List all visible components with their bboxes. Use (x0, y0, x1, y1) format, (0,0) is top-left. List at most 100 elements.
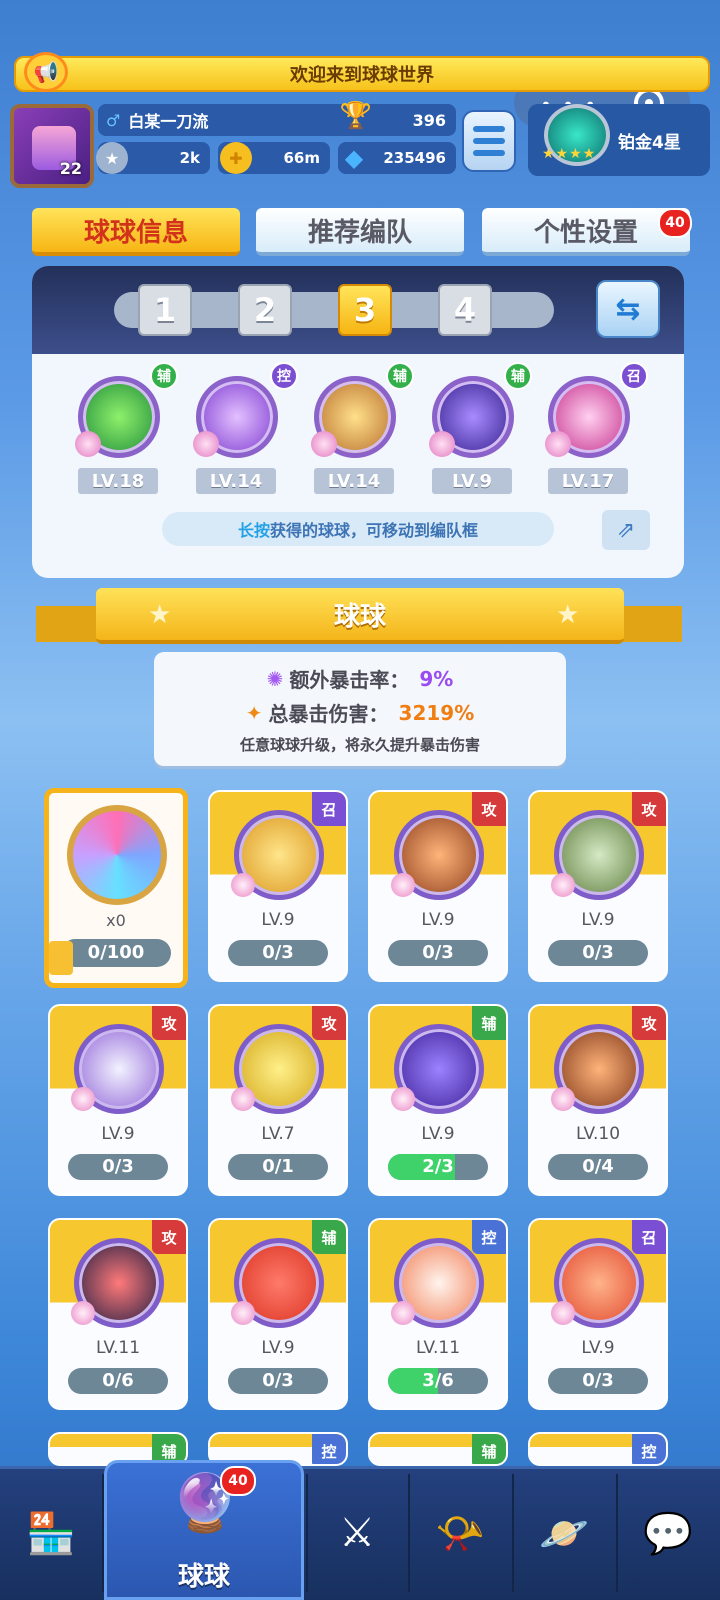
trophy-count: 396 (412, 110, 446, 130)
team-ball-4-level: LV.9 (432, 468, 512, 494)
progress-text: 0/3 (422, 942, 454, 963)
progress-text: 2/3 (422, 1156, 454, 1177)
team-slot-1[interactable]: 1 (138, 284, 192, 336)
ball-level: LV.9 (421, 1124, 455, 1144)
team-ball-3[interactable] (311, 376, 396, 458)
share-icon[interactable]: ⇗ (602, 510, 650, 550)
flower-icon (71, 1087, 95, 1111)
ball-icon (391, 1024, 484, 1114)
ball-card[interactable]: 控 (528, 1432, 668, 1466)
team-ball-1[interactable] (75, 376, 160, 458)
ball-card[interactable]: 攻 LV.7 0/1 (208, 1004, 348, 1196)
team-ball-4[interactable] (429, 376, 514, 458)
ball-card[interactable]: 辅 (368, 1432, 508, 1466)
ball-type-tag: 辅 (312, 1220, 346, 1254)
nav-whistle[interactable]: 📯 (408, 1466, 512, 1600)
shop-icon: 🏪 (26, 1510, 76, 1557)
ball-progress: 0/3 (388, 940, 488, 966)
ball-icon (391, 1238, 484, 1328)
tab-recommended-team[interactable]: 推荐编队 (256, 208, 464, 256)
team-slot-2[interactable]: 2 (238, 284, 292, 336)
ball-progress: 0/3 (68, 1154, 168, 1180)
flower-icon (545, 431, 571, 457)
team-ball-4-tag: 辅 (504, 362, 532, 390)
planet-icon: 🪐 (539, 1510, 589, 1557)
ball-card[interactable]: 攻 LV.9 0/3 (368, 790, 508, 982)
total-crit-damage: ✦ 总暴击伤害： 3219% (154, 698, 566, 727)
heart-chat-icon: 💬 (643, 1510, 693, 1557)
section-title: 球球 (333, 601, 386, 632)
ball-card[interactable]: 辅 LV.9 2/3 (368, 1004, 508, 1196)
player-avatar[interactable]: 22 (10, 104, 94, 188)
flower-icon (71, 1301, 95, 1325)
nav-social[interactable]: 💬 (616, 1466, 720, 1600)
special-portal-card[interactable]: x0 0/100 (44, 788, 188, 988)
ball-level: LV.11 (415, 1338, 461, 1358)
ball-progress: 2/3 (388, 1154, 488, 1180)
ball-card[interactable]: 召 LV.9 0/3 (528, 1218, 668, 1410)
ball-progress: 0/3 (548, 1368, 648, 1394)
progress-text: 0/1 (262, 1156, 294, 1177)
tab-ball-info[interactable]: 球球信息 (32, 208, 240, 256)
swap-team-button[interactable]: ⇆ (596, 280, 660, 338)
player-level: 22 (59, 159, 82, 178)
ball-progress: 0/3 (548, 940, 648, 966)
ball-card[interactable]: 召 LV.9 0/3 (208, 790, 348, 982)
nav-battle[interactable]: ⚔ (306, 1466, 408, 1600)
tab-label: 球球信息 (83, 217, 188, 248)
ball-progress: 3/6 (388, 1368, 488, 1394)
portal-progress: 0/100 (61, 939, 171, 967)
progress-text: 0/6 (102, 1370, 134, 1391)
ball-card[interactable]: 攻 LV.9 0/3 (528, 790, 668, 982)
ball-type-tag: 召 (312, 792, 346, 826)
ball-level: LV.9 (581, 910, 615, 930)
team-ball-5-tag: 召 (620, 362, 648, 390)
ball-type-tag: 控 (472, 1220, 506, 1254)
tab-label: 推荐编队 (307, 217, 412, 248)
ball-icon (231, 1024, 324, 1114)
flower-icon (551, 873, 575, 897)
welcome-banner: 欢迎来到球球世界 (14, 56, 710, 92)
star-icon: ★ (556, 600, 580, 630)
team-ball-2[interactable] (193, 376, 278, 458)
ball-type-tag: 攻 (632, 1006, 666, 1040)
team-ball-5[interactable] (545, 376, 630, 458)
menu-button[interactable] (462, 110, 516, 172)
team-slot-4[interactable]: 4 (438, 284, 492, 336)
flower-icon (311, 431, 337, 457)
extra-crit-value: 9% (419, 666, 454, 691)
megaphone-icon: 📢 (24, 52, 68, 92)
ball-icon (231, 1238, 324, 1328)
ball-icon (551, 810, 644, 900)
ball-level: LV.10 (575, 1124, 621, 1144)
ball-card[interactable]: 攻 LV.10 0/4 (528, 1004, 668, 1196)
team-panel: 1 2 3 4 ⇆ 辅 LV.18 控 LV.14 辅 LV.14 辅 LV.9… (32, 266, 684, 578)
ball-card[interactable]: 辅 LV.9 0/3 (208, 1218, 348, 1410)
flower-icon (231, 1087, 255, 1111)
ball-type-tag: 辅 (472, 1006, 506, 1040)
flower-icon (231, 873, 255, 897)
team-slot-3[interactable]: 3 (338, 284, 392, 336)
hint-bold: 长按 (237, 521, 270, 540)
flower-icon (391, 1087, 415, 1111)
flower-icon (429, 431, 455, 457)
nav-planet[interactable]: 🪐 (512, 1466, 616, 1600)
ball-type-tag: 攻 (152, 1220, 186, 1254)
team-hint: 长按 获得的球球，可移动到编队框 (162, 512, 554, 546)
ball-level: LV.9 (261, 910, 295, 930)
gender-icon: ♂ (106, 110, 121, 130)
ball-card[interactable]: 控 LV.11 3/6 (368, 1218, 508, 1410)
flower-icon (391, 1301, 415, 1325)
ball-card[interactable]: 攻 LV.9 0/3 (48, 1004, 188, 1196)
ball-level: LV.9 (261, 1338, 295, 1358)
nav-shop[interactable]: 🏪 (0, 1466, 102, 1600)
coin-value: 66m (283, 149, 320, 167)
gem-icon: ◆ (344, 144, 364, 172)
ball-icon (551, 1238, 644, 1328)
ball-level: LV.9 (421, 910, 455, 930)
ball-progress: 0/3 (228, 940, 328, 966)
flower-icon (75, 431, 101, 457)
ball-level: LV.11 (95, 1338, 141, 1358)
nav-balls-badge: 40 (220, 1466, 256, 1496)
ball-card[interactable]: 攻 LV.11 0/6 (48, 1218, 188, 1410)
